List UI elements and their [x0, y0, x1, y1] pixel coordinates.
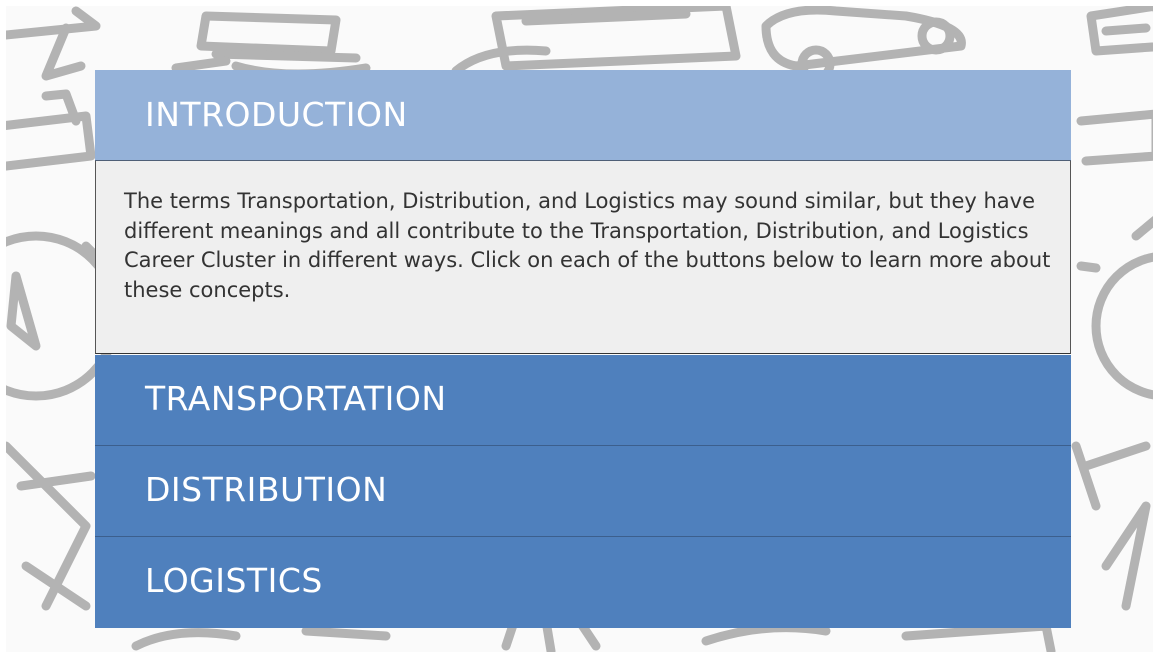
bus-icon	[491, 6, 741, 71]
introduction-text: The terms Transportation, Distribution, …	[124, 189, 1051, 302]
slide: INTRODUCTION The terms Transportation, D…	[6, 6, 1153, 652]
header-title: INTRODUCTION	[145, 95, 408, 134]
distribution-button[interactable]: DISTRIBUTION	[95, 446, 1071, 537]
introduction-header: INTRODUCTION	[95, 70, 1071, 161]
distribution-button-label: DISTRIBUTION	[145, 470, 388, 509]
content-panel: INTRODUCTION The terms Transportation, D…	[95, 70, 1071, 628]
plane-icon	[6, 6, 101, 81]
logistics-button-label: LOGISTICS	[145, 561, 323, 600]
ticket-icon	[1086, 6, 1153, 56]
truck-icon	[6, 89, 96, 171]
transportation-button[interactable]: TRANSPORTATION	[95, 355, 1071, 446]
plane-icon	[1071, 441, 1151, 611]
transportation-button-label: TRANSPORTATION	[145, 379, 447, 418]
plane-icon	[6, 441, 96, 611]
stopwatch-icon	[1091, 215, 1153, 400]
logistics-button[interactable]: LOGISTICS	[95, 537, 1071, 628]
introduction-body: The terms Transportation, Distribution, …	[95, 161, 1071, 354]
car-icon	[761, 6, 966, 83]
